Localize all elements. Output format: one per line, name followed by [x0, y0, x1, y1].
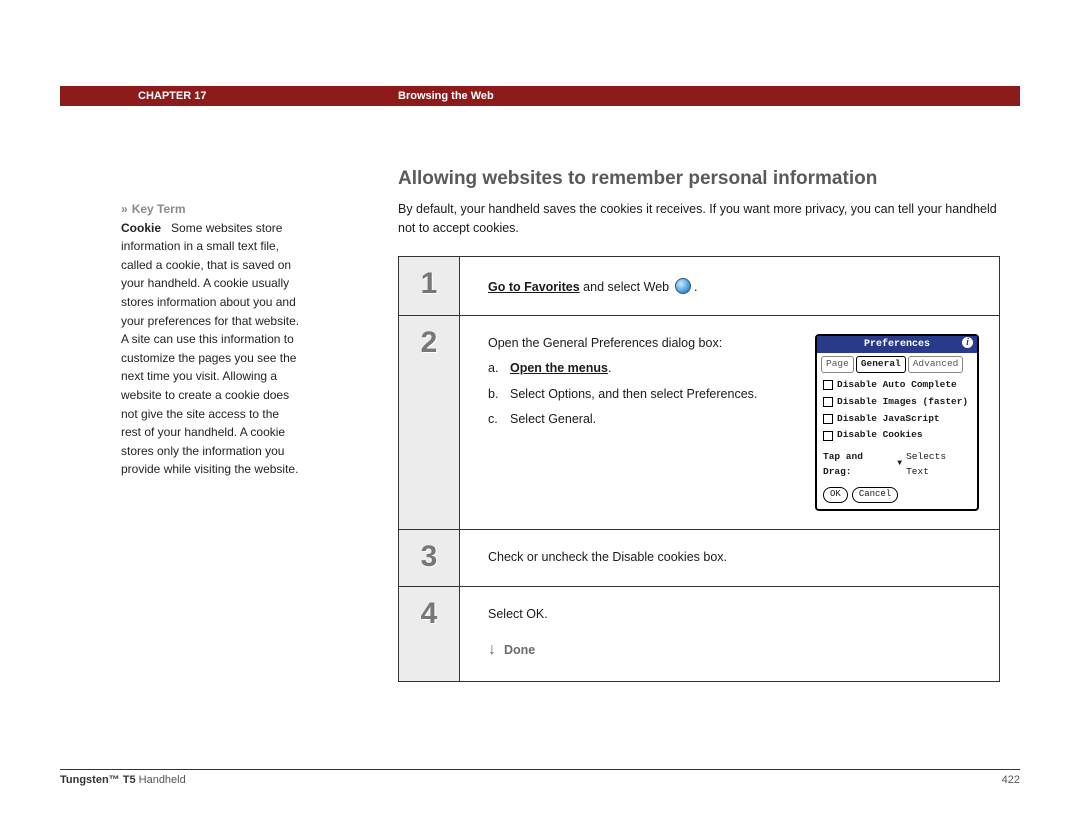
step-text: Go to Favorites and select Web . — [488, 275, 979, 297]
intro-text: By default, your handheld saves the cook… — [398, 200, 1000, 238]
substep-text: Select Options, and then select Preferen… — [510, 385, 757, 404]
chapter-header: CHAPTER 17 Browsing the Web — [60, 86, 1020, 106]
checkbox-icon[interactable] — [823, 414, 833, 424]
prefs-tap-label: Tap and Drag: — [823, 450, 893, 479]
substep: c. Select General. — [488, 410, 797, 429]
prefs-tab-page[interactable]: Page — [821, 356, 854, 373]
key-term-label: Key Term — [132, 202, 186, 216]
prefs-tab-general[interactable]: General — [856, 356, 906, 373]
substep-label: b. — [488, 385, 502, 404]
key-term-heading: » Key Term — [121, 200, 301, 219]
step-body: Go to Favorites and select Web . — [460, 257, 999, 315]
key-term-definition: Some websites store information in a sma… — [121, 221, 299, 477]
prefs-tab-advanced[interactable]: Advanced — [908, 356, 964, 373]
product-bold: Tungsten™ T5 — [60, 774, 136, 786]
step-number: 4 — [421, 597, 438, 631]
step-lead: Open the General Preferences dialog box: — [488, 334, 797, 353]
step-text: Select OK. ↓ Done — [488, 605, 979, 663]
substep-list: a. Open the menus. b. Select Options, an… — [488, 359, 797, 429]
step-number-cell: 4 — [399, 587, 460, 681]
dropdown-icon[interactable]: ▼ — [897, 458, 902, 470]
substep-label: c. — [488, 410, 502, 429]
prefs-checkbox-row[interactable]: Disable JavaScript — [823, 411, 971, 428]
step-text: Check or uncheck the Disable cookies box… — [488, 548, 979, 567]
substep: b. Select Options, and then select Prefe… — [488, 385, 797, 404]
prefs-titlebar: Preferences i — [817, 336, 977, 354]
substep-text: Select General. — [510, 410, 596, 429]
chevron-icon: » — [121, 202, 126, 216]
prefs-checkbox-row[interactable]: Disable Images (faster) — [823, 394, 971, 411]
key-term-body: Cookie Some websites store information i… — [121, 219, 301, 479]
prefs-title-text: Preferences — [864, 339, 930, 350]
prefs-options: Disable Auto Complete Disable Images (fa… — [817, 375, 977, 448]
step-number-cell: 2 — [399, 316, 460, 529]
prefs-option-label: Disable JavaScript — [837, 412, 940, 427]
step-number-cell: 3 — [399, 530, 460, 585]
chapter-number: CHAPTER 17 — [138, 90, 206, 102]
favorites-link[interactable]: Go to Favorites — [488, 280, 580, 294]
step-number: 2 — [421, 326, 438, 360]
prefs-checkbox-row[interactable]: Disable Cookies — [823, 427, 971, 444]
cancel-button[interactable]: Cancel — [852, 487, 898, 503]
step-body: Check or uncheck the Disable cookies box… — [460, 530, 999, 585]
step-text: Open the General Preferences dialog box:… — [488, 334, 797, 511]
key-term-sidebar: » Key Term Cookie Some websites store inf… — [121, 200, 301, 479]
prefs-buttons: OK Cancel — [817, 483, 977, 509]
step-plain: Select OK. — [488, 605, 979, 624]
done-row: ↓ Done — [488, 638, 979, 663]
done-label: Done — [504, 641, 535, 660]
page-heading: Allowing websites to remember personal i… — [398, 168, 1000, 190]
main-content: Allowing websites to remember personal i… — [398, 168, 1000, 682]
key-term-word: Cookie — [121, 221, 161, 235]
step-row: 3 Check or uncheck the Disable cookies b… — [399, 530, 999, 586]
steps-box: 1 Go to Favorites and select Web . 2 Ope… — [398, 256, 1000, 682]
product-rest: Handheld — [136, 774, 186, 786]
ok-button[interactable]: OK — [823, 487, 848, 503]
web-globe-icon — [675, 278, 691, 294]
prefs-tabs: Page General Advanced — [817, 353, 977, 375]
prefs-option-label: Disable Cookies — [837, 428, 923, 443]
checkbox-icon[interactable] — [823, 397, 833, 407]
page-number: 422 — [1002, 774, 1020, 786]
down-arrow-icon: ↓ — [488, 638, 496, 663]
prefs-option-label: Disable Auto Complete — [837, 378, 957, 393]
step-row: 4 Select OK. ↓ Done — [399, 587, 999, 681]
product-name: Tungsten™ T5 Handheld — [60, 774, 186, 786]
page-footer: Tungsten™ T5 Handheld 422 — [60, 769, 1020, 786]
checkbox-icon[interactable] — [823, 431, 833, 441]
step-rest: and select Web — [580, 280, 673, 294]
preferences-dialog: Preferences i Page General Advanced Disa… — [815, 334, 979, 511]
step-row: 2 Open the General Preferences dialog bo… — [399, 316, 999, 530]
chapter-title: Browsing the Web — [398, 90, 494, 102]
prefs-tap-value: Selects Text — [906, 450, 971, 479]
prefs-tapdrag-row[interactable]: Tap and Drag: ▼ Selects Text — [817, 448, 977, 483]
substep-label: a. — [488, 359, 502, 378]
step-number: 3 — [421, 540, 438, 574]
step-number: 1 — [421, 267, 438, 301]
step-body: Select OK. ↓ Done — [460, 587, 999, 681]
substep: a. Open the menus. — [488, 359, 797, 378]
step-number-cell: 1 — [399, 257, 460, 315]
prefs-checkbox-row[interactable]: Disable Auto Complete — [823, 377, 971, 394]
step-row: 1 Go to Favorites and select Web . — [399, 257, 999, 316]
info-icon[interactable]: i — [962, 337, 973, 348]
prefs-option-label: Disable Images (faster) — [837, 395, 968, 410]
open-menus-link[interactable]: Open the menus — [510, 361, 608, 375]
step-body: Open the General Preferences dialog box:… — [460, 316, 999, 529]
substep-suffix: . — [608, 361, 611, 375]
checkbox-icon[interactable] — [823, 380, 833, 390]
